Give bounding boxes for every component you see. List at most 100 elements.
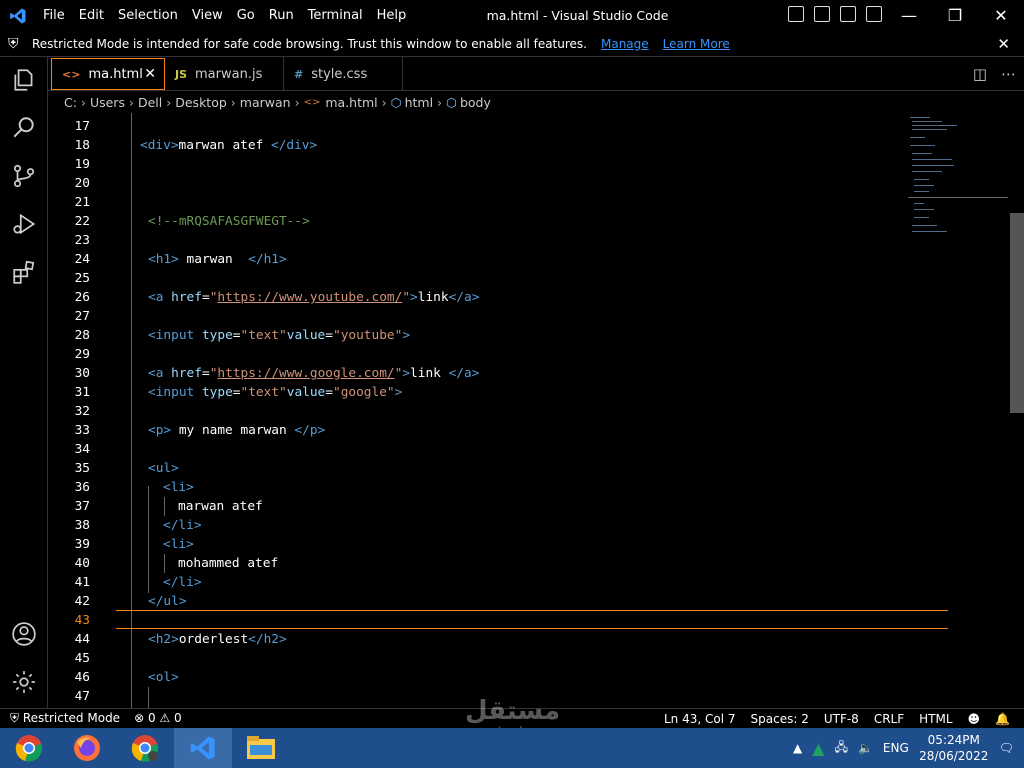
tab-label: style.css (311, 66, 368, 82)
menu-edit[interactable]: Edit (72, 8, 111, 23)
restricted-mode-status[interactable]: ⛨ Restricted Mode (10, 711, 120, 726)
code-line: 27 (74, 309, 90, 324)
toggle-panel-icon[interactable] (814, 6, 830, 22)
input-language[interactable]: ENG (883, 741, 909, 755)
code-line: 23 (74, 233, 90, 248)
chrome-icon[interactable] (0, 728, 58, 768)
settings-gear-icon[interactable] (11, 669, 37, 695)
shield-icon: ⛨ (8, 35, 19, 52)
warning-icon: ⚠ (159, 711, 171, 725)
toggle-secondary-sidebar-icon[interactable] (840, 6, 856, 22)
file-explorer-icon[interactable] (232, 728, 290, 768)
line-ending[interactable]: CRLF (874, 712, 904, 726)
cursor-position[interactable]: Ln 43, Col 7 (664, 712, 736, 726)
run-debug-icon[interactable] (11, 211, 37, 237)
breadcrumb-dell[interactable]: Dell (138, 95, 162, 110)
breadcrumb-drive[interactable]: C: (64, 95, 77, 110)
menu-go[interactable]: Go (230, 8, 262, 23)
explorer-icon[interactable] (11, 67, 37, 93)
breadcrumb-users[interactable]: Users (90, 95, 125, 110)
code-line: 19 (74, 157, 90, 172)
encoding[interactable]: UTF-8 (824, 712, 859, 726)
menu-view[interactable]: View (185, 8, 230, 23)
code-line: 44 <h2>orderlest</h2> (74, 632, 287, 647)
volume-muted-icon[interactable]: 🔈 (858, 741, 873, 755)
editor-tabs: <> ma.html ✕ JS marwan.js # style.css ◫ … (48, 57, 1024, 91)
minimize-button[interactable]: — (886, 0, 932, 31)
code-line: 36 <li> (74, 480, 194, 495)
code-line: 28 <input type="text"value="youtube"> (74, 328, 411, 343)
window-controls: — ❐ ✕ (886, 0, 1024, 31)
code-line: 34 (74, 442, 90, 457)
clock[interactable]: 05:24PM 28/06/2022 (919, 732, 989, 764)
extensions-icon[interactable] (11, 259, 37, 285)
tab-label: marwan.js (195, 66, 263, 82)
tab-label: ma.html (88, 66, 143, 82)
code-line: 25 (74, 271, 90, 286)
more-actions-icon[interactable]: ⋯ (1001, 65, 1016, 83)
restricted-mode-banner: ⛨ Restricted Mode is intended for safe c… (0, 31, 1024, 57)
menu-terminal[interactable]: Terminal (301, 8, 370, 23)
code-line: 38 </li> (74, 518, 202, 533)
toggle-sidebar-icon[interactable] (788, 6, 804, 22)
breadcrumb-html[interactable]: html (405, 95, 433, 110)
minimap[interactable] (908, 113, 1008, 313)
split-editor-icon[interactable]: ◫ (973, 65, 987, 83)
search-icon[interactable] (11, 115, 37, 141)
code-editor[interactable]: 17 18 <div>marwan atef </div> 19 20 21 22… (48, 113, 1024, 708)
show-hidden-icons-icon[interactable]: ▲ (793, 741, 802, 755)
close-banner-icon[interactable]: ✕ (997, 35, 1010, 53)
layout-controls (788, 6, 882, 22)
code-line: 26 <a href="https://www.youtube.com/">lin… (74, 290, 480, 305)
source-control-icon[interactable] (11, 163, 37, 189)
restore-button[interactable]: ❐ (932, 0, 978, 31)
menu-run[interactable]: Run (262, 8, 301, 23)
status-bar: ⛨ Restricted Mode ⊗ 0 ⚠ 0 Ln 43, Col 7 S… (0, 708, 1024, 728)
clock-time: 05:24PM (927, 733, 980, 747)
code-line: 35 <ul> (74, 461, 179, 476)
breadcrumb-marwan[interactable]: marwan (240, 95, 291, 110)
breadcrumb-desktop[interactable]: Desktop (175, 95, 227, 110)
vertical-scrollbar[interactable] (1010, 213, 1024, 413)
code-line: 33 <p> my name marwan </p> (74, 423, 326, 438)
breadcrumb: C: › Users › Dell › Desktop › marwan › <> ma.… (64, 94, 491, 110)
close-window-button[interactable]: ✕ (978, 0, 1024, 31)
code-line: 21 (74, 195, 90, 210)
firefox-icon[interactable] (58, 728, 116, 768)
network-icon[interactable]: 🖧 (835, 738, 848, 759)
breadcrumb-file[interactable]: ma.html (325, 95, 377, 110)
tab-ma-html[interactable]: <> ma.html ✕ (51, 58, 165, 90)
code-line: 22 <!--mRQSAFASGFWEGT--> (74, 214, 310, 229)
vscode-icon[interactable] (174, 728, 232, 768)
code-line: 47 (74, 689, 90, 704)
error-icon: ⊗ (134, 711, 145, 725)
code-line-current: 43 (74, 613, 90, 628)
code-line: 42 </ul> (74, 594, 187, 609)
drive-app-icon[interactable]: ▲ (812, 739, 824, 758)
problems-status[interactable]: ⊗ 0 ⚠ 0 (134, 711, 182, 726)
indentation[interactable]: Spaces: 2 (751, 712, 809, 726)
code-line: 30 <a href="https://www.google.com/">link… (74, 366, 480, 381)
tab-style-css[interactable]: # style.css (284, 57, 403, 91)
notifications-icon[interactable]: 🗨 (999, 741, 1014, 755)
account-icon[interactable] (11, 621, 37, 647)
customize-layout-icon[interactable] (866, 6, 882, 22)
menu-help[interactable]: Help (370, 8, 414, 23)
chrome-profile-icon[interactable] (116, 728, 174, 768)
language-mode[interactable]: HTML (919, 712, 952, 726)
menu-file[interactable]: File (36, 8, 72, 23)
code-line: 39 <li> (74, 537, 194, 552)
code-line: 41 </li> (74, 575, 202, 590)
feedback-icon[interactable]: ☻ (968, 712, 981, 726)
menu-selection[interactable]: Selection (111, 8, 185, 23)
clock-date: 28/06/2022 (919, 749, 989, 763)
code-line: 40 mohammed atef (74, 556, 279, 571)
manage-link[interactable]: Manage (601, 37, 649, 51)
code-line: 31 <input type="text"value="google"> (74, 385, 403, 400)
code-line: 24 <h1> marwan </h1> (74, 252, 287, 267)
tab-marwan-js[interactable]: JS marwan.js (165, 57, 284, 91)
learn-more-link[interactable]: Learn More (663, 37, 730, 51)
notifications-bell-icon[interactable]: 🔔 (995, 712, 1010, 726)
close-tab-icon[interactable]: ✕ (144, 66, 156, 82)
breadcrumb-body[interactable]: body (460, 95, 491, 110)
